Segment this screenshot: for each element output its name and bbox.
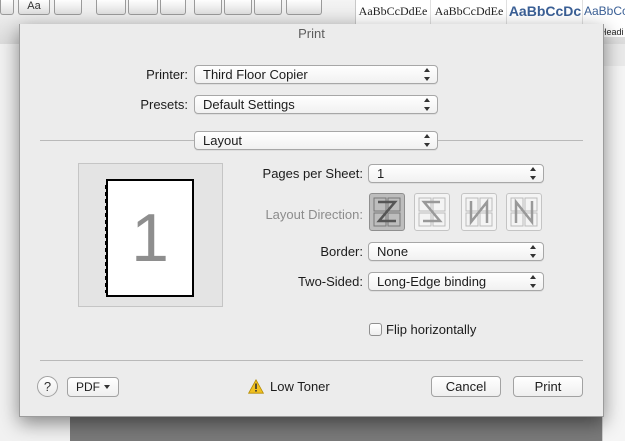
style-heading-1[interactable]: AaBbCcDc <box>508 0 583 27</box>
two-sided-value: Long-Edge binding <box>377 274 487 289</box>
preview-page-number: 1 <box>131 200 169 276</box>
status-text: Low Toner <box>270 379 330 394</box>
style-normal[interactable]: AaBbCcDdEe <box>356 0 431 27</box>
numbering-button[interactable] <box>128 0 158 15</box>
help-label: ? <box>43 379 52 394</box>
popup-arrows-icon <box>424 134 431 147</box>
two-sided-label: Two-Sided: <box>297 274 363 289</box>
popup-arrows-icon <box>530 275 537 288</box>
document-margin-bottom <box>0 416 70 441</box>
layout-reverse-z-icon <box>418 197 446 227</box>
style-no-spacing[interactable]: AaBbCcDdEe <box>432 0 507 27</box>
layout-n-button[interactable] <box>461 193 497 231</box>
printer-value: Third Floor Copier <box>203 67 308 82</box>
indent-button[interactable] <box>254 0 282 15</box>
multilevel-button[interactable] <box>160 0 186 15</box>
presets-label: Presets: <box>140 97 188 112</box>
section-divider-right <box>438 140 583 141</box>
help-button[interactable]: ? <box>37 376 58 397</box>
popup-arrows-icon <box>424 68 431 81</box>
popup-arrows-icon <box>530 167 537 180</box>
dialog-title: Print <box>298 26 325 41</box>
footer-divider <box>40 360 583 361</box>
font-size-menu[interactable]: Aa <box>18 0 50 15</box>
page-preview: 1 <box>78 163 223 307</box>
toolbar-control[interactable] <box>0 0 14 15</box>
printer-label: Printer: <box>146 67 188 82</box>
decrease-indent-button[interactable] <box>194 0 222 15</box>
presets-value: Default Settings <box>203 97 295 112</box>
binding-edge-icon <box>105 185 107 293</box>
style-heading-2[interactable]: AaBbCc <box>584 0 625 27</box>
layout-direction-label: Layout Direction: <box>265 207 363 222</box>
popup-arrows-icon <box>424 98 431 111</box>
flip-horizontally-checkbox[interactable] <box>369 323 382 336</box>
columns-button[interactable] <box>286 0 322 15</box>
border-label: Border: <box>320 244 363 259</box>
cancel-button[interactable]: Cancel <box>431 376 501 397</box>
increase-indent-button[interactable] <box>224 0 252 15</box>
chevron-down-icon <box>104 385 110 389</box>
presets-popup[interactable]: Default Settings <box>194 95 438 114</box>
flip-horizontally-label[interactable]: Flip horizontally <box>386 322 476 337</box>
border-popup[interactable]: None <box>368 242 544 261</box>
section-popup[interactable]: Layout <box>194 131 438 150</box>
print-dialog: Print Printer: Third Floor Copier Preset… <box>19 24 604 417</box>
layout-z-button[interactable] <box>369 193 405 231</box>
layout-n-icon <box>465 197 493 227</box>
print-button[interactable]: Print <box>513 376 583 397</box>
two-sided-popup[interactable]: Long-Edge binding <box>368 272 544 291</box>
pages-per-sheet-label: Pages per Sheet: <box>262 166 363 181</box>
font-menu-label: Aa <box>27 0 41 12</box>
pages-per-sheet-value: 1 <box>377 166 385 181</box>
layout-reverse-z-button[interactable] <box>414 193 450 231</box>
pdf-menu-button[interactable]: PDF <box>67 377 119 397</box>
warning-icon <box>248 379 264 394</box>
border-value: None <box>377 244 409 259</box>
popup-arrows-icon <box>530 245 537 258</box>
section-divider-left <box>40 140 194 141</box>
eraser-button[interactable] <box>54 0 82 15</box>
layout-reverse-n-icon <box>510 197 538 227</box>
layout-reverse-n-button[interactable] <box>506 193 542 231</box>
printer-popup[interactable]: Third Floor Copier <box>194 65 438 84</box>
pages-per-sheet-popup[interactable]: 1 <box>368 164 544 183</box>
document-page <box>602 66 625 441</box>
document-margin <box>0 44 20 441</box>
preview-page: 1 <box>105 179 194 297</box>
pdf-label: PDF <box>76 380 100 394</box>
layout-z-icon <box>373 197 401 227</box>
section-value: Layout <box>203 133 243 148</box>
bullets-button[interactable] <box>96 0 126 15</box>
